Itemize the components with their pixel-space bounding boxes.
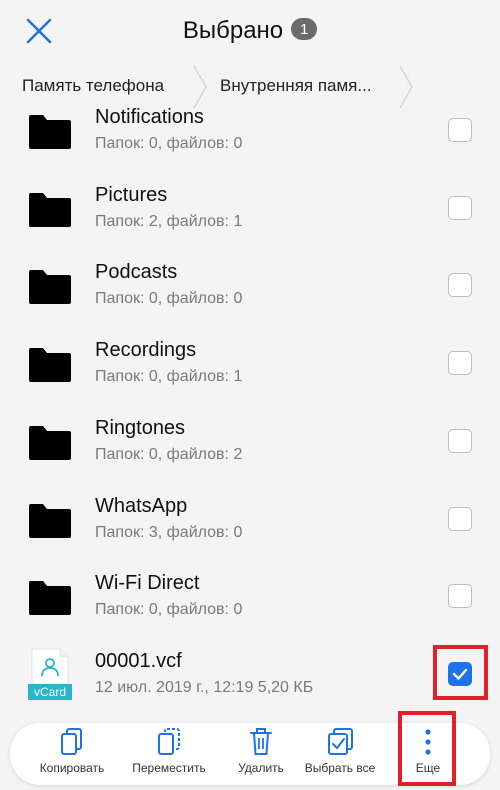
folder-icon [29,115,71,149]
folder-row[interactable]: Recordings Папок: 0, файлов: 1 [0,339,500,421]
item-meta: 12 июл. 2019 г., 12:19 5,20 КБ [95,679,314,696]
item-name: Ringtones [95,417,186,439]
checkbox-highlight [433,645,488,700]
item-meta: Папок: 3, файлов: 0 [95,524,243,541]
item-name: Wi-Fi Direct [95,572,200,594]
folder-row[interactable]: Wi-Fi Direct Папок: 0, файлов: 0 [0,572,500,654]
item-name: Recordings [95,339,197,361]
checkbox[interactable] [448,118,472,142]
item-meta: Папок: 0, файлов: 0 [95,601,243,618]
copy-label: Копировать [39,761,105,775]
folder-row[interactable]: Notifications Папок: 0, файлов: 0 [0,106,500,188]
item-meta: Папок: 2, файлов: 1 [95,213,243,230]
folder-row[interactable]: Ringtones Папок: 0, файлов: 2 [0,417,500,499]
item-name: WhatsApp [95,495,188,517]
vcard-file-icon: vCard [28,648,72,700]
selected-count-badge: 1 [291,18,318,40]
item-meta: Папок: 0, файлов: 1 [95,368,243,385]
folder-icon [29,348,71,382]
checkbox[interactable] [448,429,472,453]
folder-icon [29,270,71,304]
vcard-label: vCard [33,685,66,699]
chevron-right-icon [193,65,207,109]
select-all-label: Выбрать все [304,761,376,775]
checkbox[interactable] [448,584,472,608]
folder-icon [29,504,71,538]
select-all-icon [328,728,353,755]
breadcrumb-phone-memory[interactable]: Память телефона [22,62,164,110]
chevron-right-icon [399,65,413,109]
folder-row[interactable]: Pictures Папок: 2, файлов: 1 [0,184,500,266]
more-highlight [398,711,456,786]
item-meta: Папок: 0, файлов: 0 [95,290,243,307]
breadcrumb-internal-storage[interactable]: Внутренняя памя... [220,62,372,110]
breadcrumb: Память телефона Внутренняя памя... [0,62,500,110]
copy-icon [61,728,82,755]
move-button[interactable]: Переместить [118,723,220,785]
page-title: Выбрано [182,17,284,44]
trash-icon [250,728,272,755]
folder-row[interactable]: Podcasts Папок: 0, файлов: 0 [0,261,500,343]
item-meta: Папок: 0, файлов: 0 [95,135,243,152]
item-name: Notifications [95,106,204,128]
top-bar: Выбрано 1 [0,0,500,62]
checkbox[interactable] [448,273,472,297]
move-icon [158,728,180,755]
folder-icon [29,193,71,227]
move-label: Переместить [132,761,206,775]
checkbox[interactable] [448,507,472,531]
delete-label: Удалить [238,761,284,775]
checkbox[interactable] [448,196,472,220]
folder-icon [29,581,71,615]
select-all-button[interactable]: Выбрать все [298,723,382,785]
title-area: Выбрано 1 [0,14,500,48]
item-name: 00001.vcf [95,650,182,672]
item-name: Podcasts [95,261,178,283]
delete-button[interactable]: Удалить [222,723,300,785]
item-meta: Папок: 0, файлов: 2 [95,446,243,463]
item-name: Pictures [95,184,168,206]
folder-row[interactable]: WhatsApp Папок: 3, файлов: 0 [0,495,500,577]
copy-button[interactable]: Копировать [28,723,116,785]
folder-icon [29,426,71,460]
checkbox[interactable] [448,351,472,375]
